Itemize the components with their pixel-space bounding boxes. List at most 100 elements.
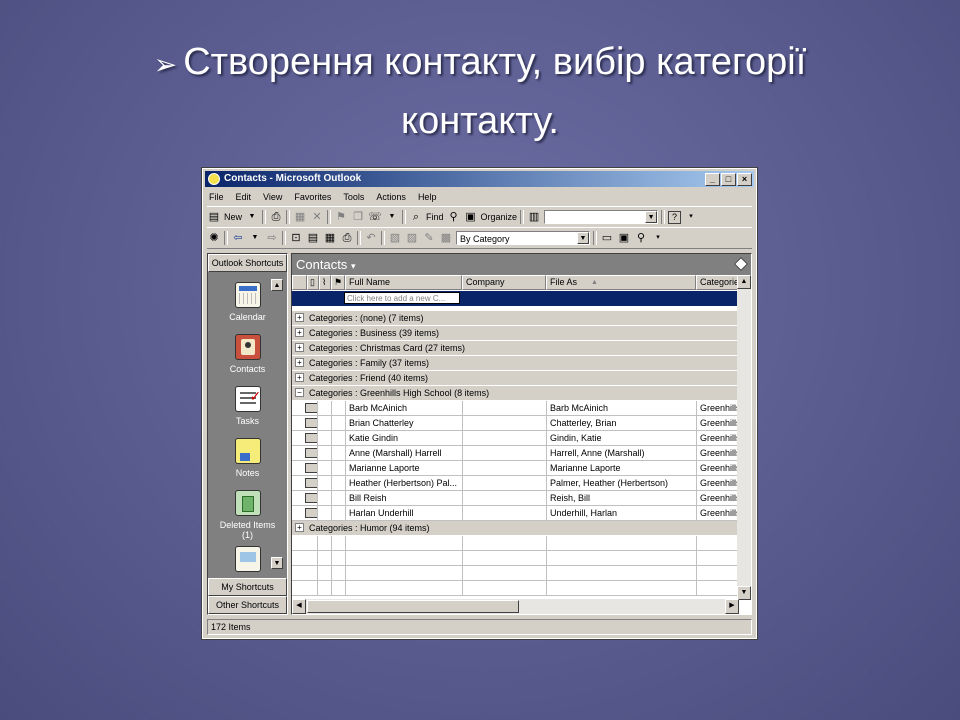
dial-dropdown-icon[interactable]: ▼ bbox=[385, 210, 399, 224]
column-file-as[interactable]: File As ▲ bbox=[546, 275, 696, 290]
contact-row[interactable]: Anne (Marshall) Harrell Harrell, Anne (Ma… bbox=[292, 446, 740, 461]
print-icon[interactable]: ⎙ bbox=[269, 210, 283, 224]
horizontal-scrollbar[interactable]: ◀ ▶ bbox=[292, 599, 739, 614]
new-dropdown-icon[interactable]: ▼ bbox=[245, 210, 259, 224]
flag-column-header[interactable]: ⚑ bbox=[331, 275, 345, 290]
group-by-box-icon[interactable]: ▭ bbox=[600, 231, 614, 245]
new-meeting-icon[interactable]: ▨ bbox=[405, 231, 419, 245]
new-contact-icon[interactable]: ▤ bbox=[207, 210, 221, 224]
find-icon[interactable]: ⌕ bbox=[409, 210, 423, 224]
contact-row[interactable]: Heather (Herbertson) Pal... Palmer, Heath… bbox=[292, 476, 740, 491]
organize-button[interactable]: Organize bbox=[481, 212, 518, 222]
column-categories[interactable]: Categorie bbox=[696, 275, 739, 290]
expand-collapse-icon[interactable]: + bbox=[295, 523, 304, 532]
dial-icon[interactable]: ☏ bbox=[368, 210, 382, 224]
other-shortcuts-button[interactable]: Other Shortcuts bbox=[208, 596, 287, 614]
back-dropdown-icon[interactable]: ▼ bbox=[248, 231, 262, 245]
chevron-down-icon[interactable]: ▼ bbox=[645, 211, 658, 223]
category-group-row[interactable]: + Categories : Christmas Card (27 items) bbox=[292, 341, 739, 356]
close-button[interactable]: × bbox=[737, 173, 752, 186]
outlook-app-icon[interactable] bbox=[208, 173, 220, 185]
menu-help[interactable]: Help bbox=[416, 190, 439, 204]
expand-collapse-icon[interactable]: + bbox=[295, 358, 304, 367]
sidebar-item-calendar[interactable]: Calendar bbox=[208, 282, 287, 322]
folder-dropdown-icon[interactable]: ▾ bbox=[351, 261, 356, 271]
sidebar-item-notes[interactable]: Notes bbox=[208, 438, 287, 478]
toolbar-options-icon[interactable]: ▾ bbox=[684, 210, 698, 224]
undo-icon[interactable]: ↶ bbox=[364, 231, 378, 245]
scroll-left-icon[interactable]: ◀ bbox=[292, 599, 306, 614]
find-button[interactable]: Find bbox=[426, 212, 444, 222]
scroll-down-icon[interactable]: ▼ bbox=[737, 586, 751, 600]
field-chooser-icon[interactable]: ▣ bbox=[617, 231, 631, 245]
menu-actions[interactable]: Actions bbox=[374, 190, 408, 204]
category-group-row[interactable]: + Categories : (none) (7 items) bbox=[292, 311, 739, 326]
menu-favorites[interactable]: Favorites bbox=[292, 190, 333, 204]
contact-row[interactable]: Katie Gindin Gindin, Katie Greenhills bbox=[292, 431, 740, 446]
flag-icon[interactable]: ⚑ bbox=[334, 210, 348, 224]
contact-row[interactable]: Harlan Underhill Underhill, Harlan Greenhi… bbox=[292, 506, 740, 521]
contact-row[interactable]: Bill Reish Reish, Bill Greenhills bbox=[292, 491, 740, 506]
category-group-row[interactable]: + Categories : Family (37 items) bbox=[292, 356, 739, 371]
category-group-row[interactable]: − Categories : Greenhills High School (8 … bbox=[292, 386, 739, 401]
sidebar-item-tasks[interactable]: ✓ Tasks bbox=[208, 386, 287, 426]
print-preview-icon[interactable]: ⎙ bbox=[340, 231, 354, 245]
category-group-row[interactable]: + Categories : Business (39 items) bbox=[292, 326, 739, 341]
my-shortcuts-button[interactable]: My Shortcuts bbox=[208, 578, 287, 596]
expand-collapse-icon[interactable]: + bbox=[295, 313, 304, 322]
minimize-button[interactable]: _ bbox=[705, 173, 720, 186]
move-to-folder-icon[interactable]: ▦ bbox=[293, 210, 307, 224]
maximize-button[interactable]: □ bbox=[721, 173, 736, 186]
sidebar-item-deleted-items[interactable]: Deleted Items (1) bbox=[208, 490, 287, 540]
title-bar[interactable]: Contacts - Microsoft Outlook _ □ × bbox=[205, 171, 754, 187]
scroll-up-icon[interactable]: ▲ bbox=[737, 275, 751, 289]
current-view-combo[interactable]: By Category ▼ bbox=[456, 231, 590, 245]
new-item-row[interactable]: Click here to add a new C... bbox=[292, 291, 739, 306]
expand-collapse-icon[interactable]: + bbox=[295, 343, 304, 352]
chevron-down-icon[interactable]: ▼ bbox=[577, 232, 589, 244]
autopreview-icon[interactable]: ⚲ bbox=[634, 231, 648, 245]
contact-row[interactable]: Brian Chatterley Chatterley, Brian Greenhi… bbox=[292, 416, 740, 431]
contact-row[interactable]: Barb McAinich Barb McAinich Greenhills bbox=[292, 401, 740, 416]
horizontal-scroll-thumb[interactable] bbox=[307, 600, 519, 613]
preview-pane-icon[interactable]: ▦ bbox=[323, 231, 337, 245]
sidebar-scroll-down-icon[interactable]: ▼ bbox=[271, 557, 283, 569]
help-icon[interactable]: ? bbox=[668, 210, 682, 224]
contact-row[interactable]: Marianne Laporte Marianne Laporte Greenhil… bbox=[292, 461, 740, 476]
up-one-level-icon[interactable]: ⊡ bbox=[289, 231, 303, 245]
new-task-icon[interactable]: ✎ bbox=[422, 231, 436, 245]
copy-icon[interactable]: ❐ bbox=[351, 210, 365, 224]
advanced-find-icon[interactable]: ⚲ bbox=[447, 210, 461, 224]
toolbar-options-icon[interactable]: ▾ bbox=[651, 231, 665, 245]
menu-file[interactable]: File bbox=[207, 190, 226, 204]
category-group-row[interactable]: + Categories : Humor (94 items) bbox=[292, 521, 739, 536]
back-icon[interactable]: ⇦ bbox=[231, 231, 245, 245]
folder-name[interactable]: Contacts bbox=[296, 257, 347, 272]
organize-icon[interactable]: ▣ bbox=[464, 210, 478, 224]
category-group-row[interactable]: + Categories : Friend (40 items) bbox=[292, 371, 739, 386]
explore-web-icon[interactable]: ▩ bbox=[439, 231, 453, 245]
scroll-right-icon[interactable]: ▶ bbox=[725, 599, 739, 614]
add-new-contact-input[interactable]: Click here to add a new C... bbox=[344, 292, 460, 304]
new-button[interactable]: New bbox=[224, 212, 242, 222]
outlook-today-icon[interactable]: ✺ bbox=[207, 231, 221, 245]
find-contact-combo[interactable]: ▼ bbox=[544, 210, 659, 224]
menu-tools[interactable]: Tools bbox=[341, 190, 366, 204]
address-book-icon[interactable]: ▥ bbox=[527, 210, 541, 224]
rules-wizard-icon[interactable]: ▧ bbox=[388, 231, 402, 245]
expand-collapse-icon[interactable]: − bbox=[295, 388, 304, 397]
menu-edit[interactable]: Edit bbox=[234, 190, 254, 204]
delete-icon[interactable]: ✕ bbox=[310, 210, 324, 224]
vertical-scrollbar[interactable]: ▲ ▼ bbox=[737, 275, 751, 600]
attachment-column-header[interactable]: ⌇ bbox=[319, 275, 331, 290]
menu-view[interactable]: View bbox=[261, 190, 284, 204]
column-company[interactable]: Company bbox=[462, 275, 546, 290]
outlook-shortcuts-header[interactable]: Outlook Shortcuts bbox=[208, 254, 287, 272]
sidebar-item-contacts[interactable]: Contacts bbox=[208, 334, 287, 374]
folder-list-icon[interactable]: ▤ bbox=[306, 231, 320, 245]
expand-collapse-icon[interactable]: + bbox=[295, 373, 304, 382]
expand-collapse-icon[interactable]: + bbox=[295, 328, 304, 337]
icon-column-header[interactable]: ▯ bbox=[307, 275, 319, 290]
column-full-name[interactable]: Full Name bbox=[345, 275, 462, 290]
forward-icon[interactable]: ⇨ bbox=[265, 231, 279, 245]
